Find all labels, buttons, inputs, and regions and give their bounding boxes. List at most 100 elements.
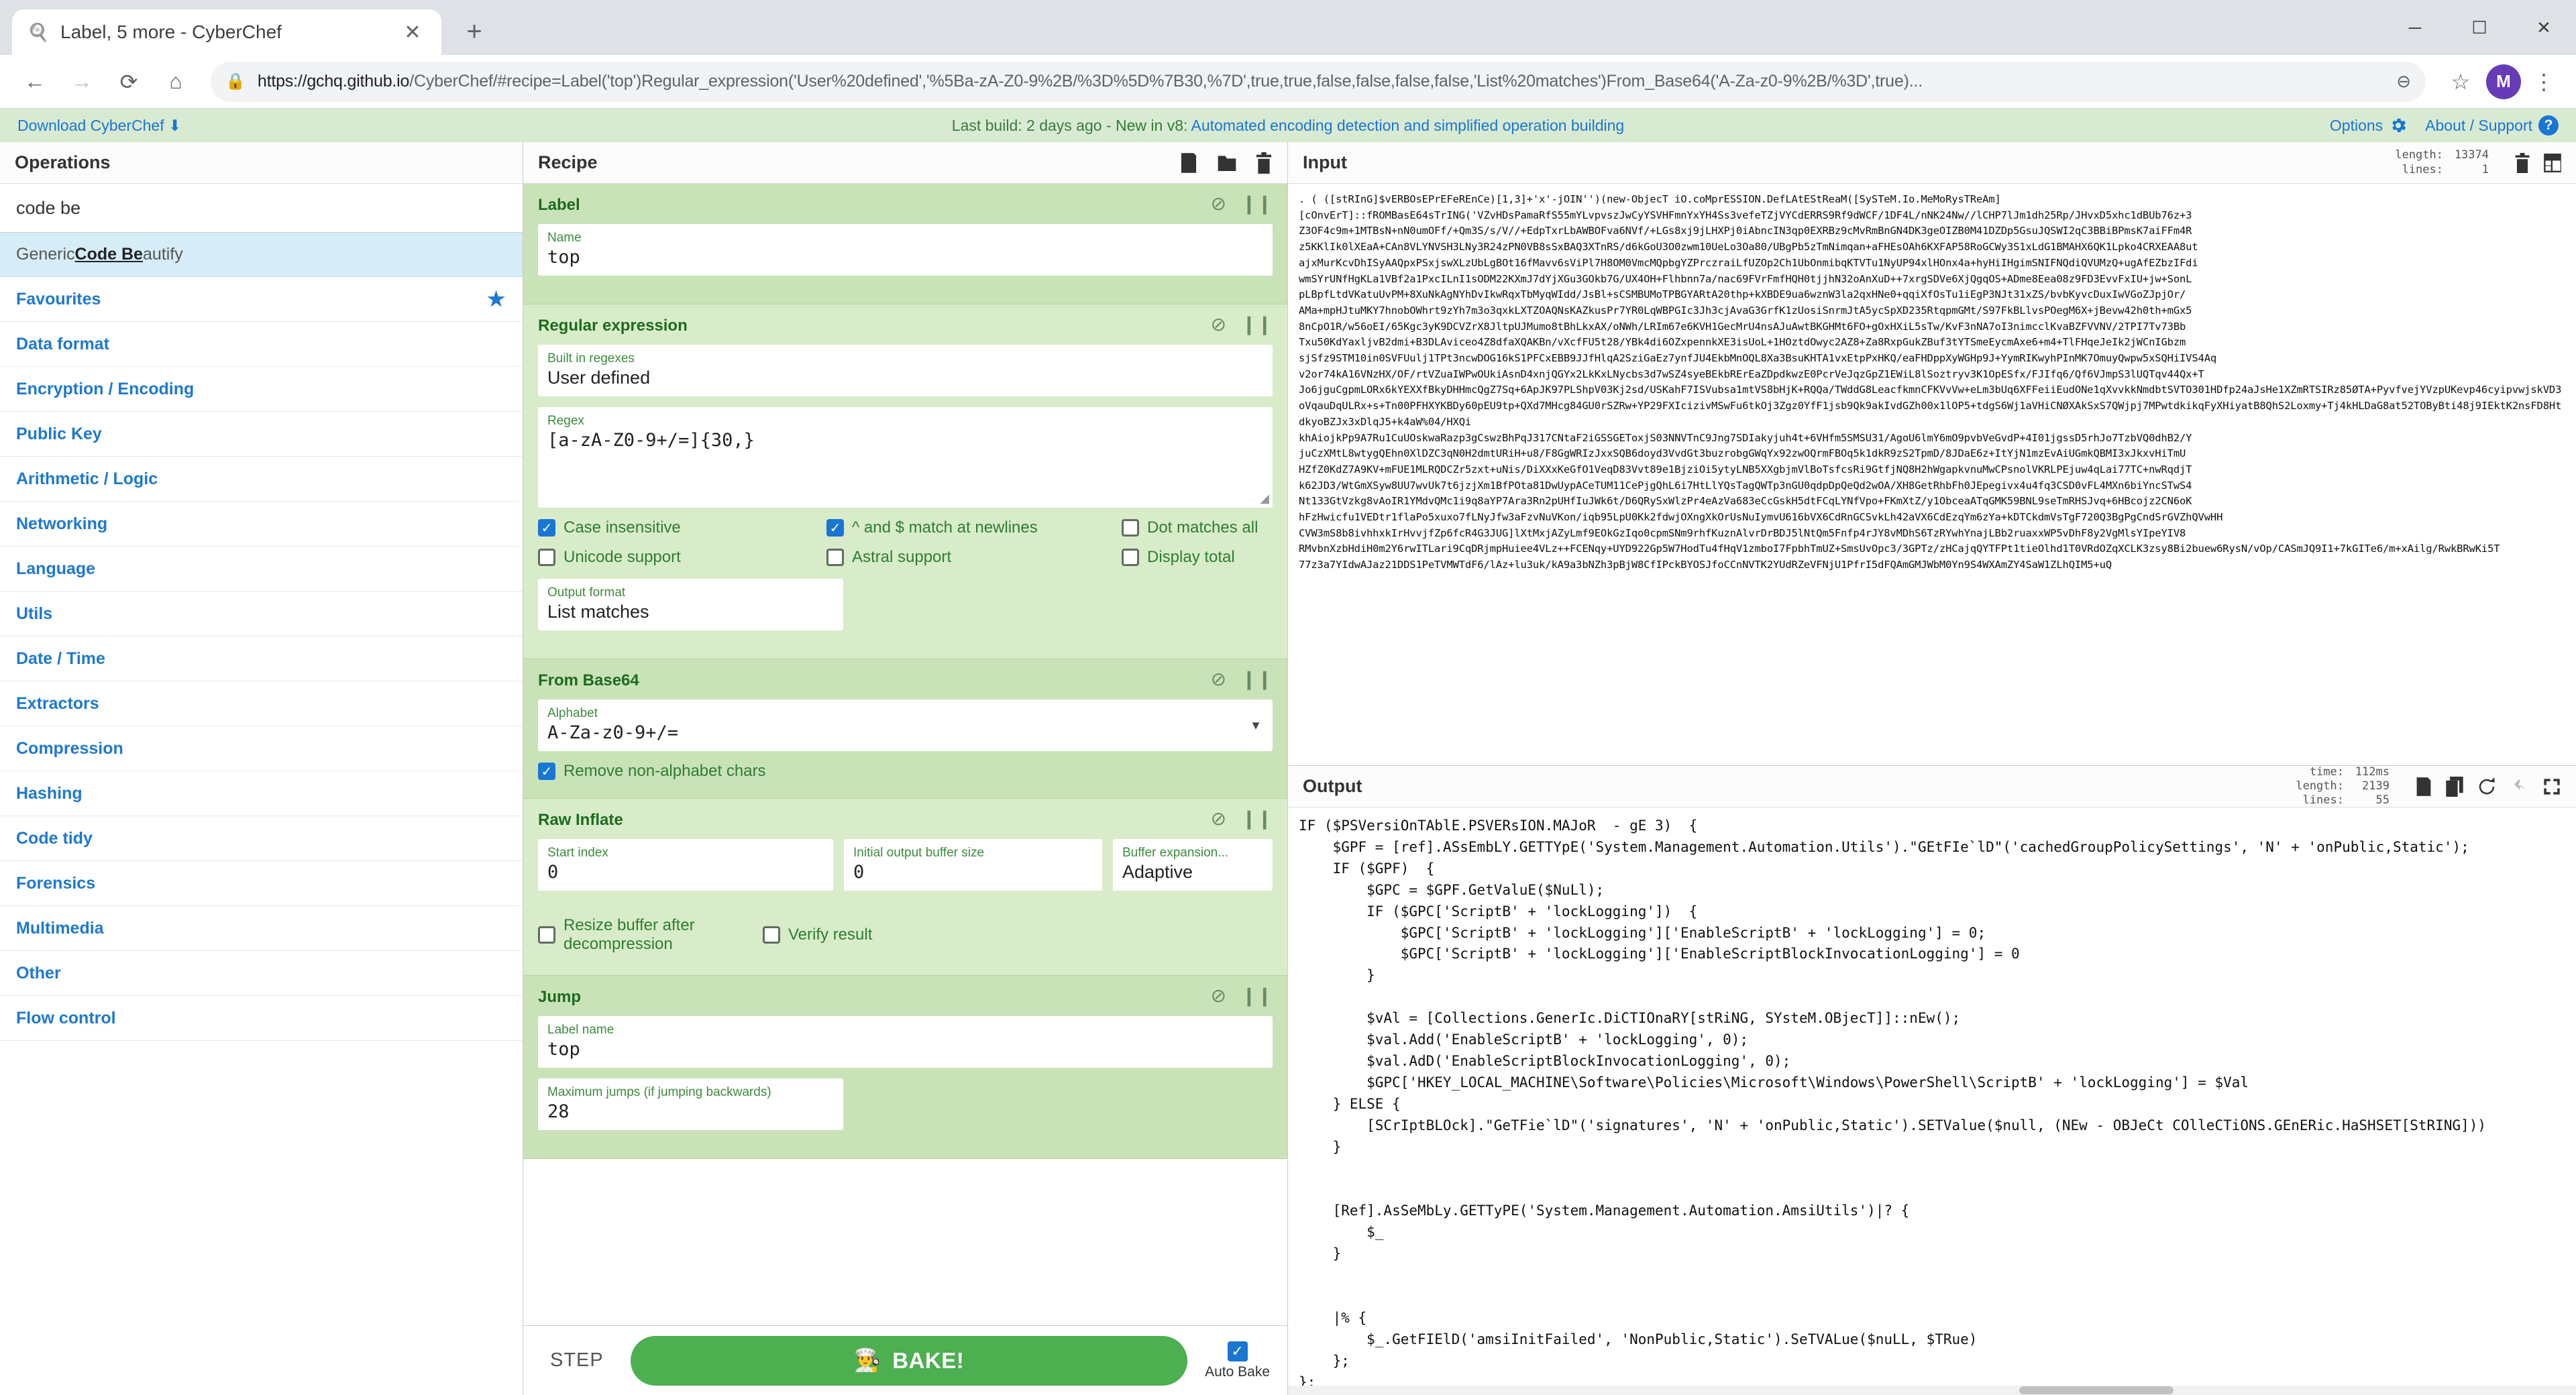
add-input-tab-icon[interactable] <box>2544 153 2561 172</box>
checkbox-multiline[interactable]: ✓ ^ and $ match at newlines <box>826 518 1122 537</box>
operation-search-result[interactable]: Generic Code Be autify <box>0 233 523 277</box>
output-format-field[interactable]: Output format List matches <box>538 579 843 630</box>
operation-category-utils[interactable]: Utils <box>0 592 523 636</box>
undo-icon[interactable] <box>2510 777 2529 796</box>
search-input[interactable] <box>0 184 523 232</box>
url-path: /CyberChef/#recipe=Label('top')Regular_e… <box>409 72 1923 91</box>
operation-category-networking[interactable]: Networking <box>0 502 523 547</box>
replace-input-icon[interactable] <box>2477 777 2497 797</box>
copy-output-icon[interactable] <box>2446 776 2463 797</box>
auto-bake-toggle[interactable]: ✓ Auto Bake <box>1205 1341 1270 1380</box>
close-window-icon[interactable]: ✕ <box>2512 0 2576 55</box>
resize-handle[interactable]: ◢ <box>1260 492 1269 506</box>
operation-category-multimedia[interactable]: Multimedia <box>0 906 523 951</box>
regex-field[interactable]: Regex [a-zA-Z0-9+/=]{30,} ◢ <box>538 407 1273 508</box>
browser-menu-icon[interactable]: ⋮ <box>2525 63 2563 101</box>
step-button[interactable]: STEP <box>541 1349 613 1372</box>
operation-category-public-key[interactable]: Public Key <box>0 412 523 457</box>
buffer-expansion-field[interactable]: Buffer expansion... Adaptive <box>1113 839 1273 891</box>
breakpoint-icon[interactable]: ❙❙ <box>1241 987 1273 1005</box>
checkbox-case-insensitive[interactable]: ✓ Case insensitive <box>538 518 826 537</box>
operation-category-favourites[interactable]: Favourites ★ <box>0 277 523 322</box>
disable-op-icon[interactable]: ⊘ <box>1211 810 1226 828</box>
breakpoint-icon[interactable]: ❙❙ <box>1241 810 1273 828</box>
disable-op-icon[interactable]: ⊘ <box>1211 315 1226 334</box>
download-cyberchef-link[interactable]: Download CyberChef ⬇ <box>17 117 181 135</box>
clear-input-trash-icon[interactable] <box>2514 152 2530 173</box>
field-value: [a-zA-Z0-9+/=]{30,} <box>547 430 755 451</box>
checkbox-astral-support[interactable]: Astral support <box>826 548 1122 567</box>
label-name-field[interactable]: Name top <box>538 224 1273 276</box>
forward-icon[interactable]: → <box>60 60 103 103</box>
minimize-window-icon[interactable]: ─ <box>2383 0 2447 55</box>
close-tab-icon[interactable]: ✕ <box>398 18 427 46</box>
disable-op-icon[interactable]: ⊘ <box>1211 670 1226 689</box>
save-icon[interactable] <box>1179 152 1199 174</box>
home-icon[interactable]: ⌂ <box>154 60 197 103</box>
builtin-regexes-field[interactable]: Built in regexes User defined <box>538 345 1273 396</box>
input-textarea[interactable]: . ( ([stRInG]$vERBOsEPrEFeREnCe)[1,3]+'x… <box>1288 184 2576 765</box>
jump-label-name-field[interactable]: Label name top <box>538 1016 1273 1068</box>
new-tab-button[interactable]: + <box>453 11 495 52</box>
alphabet-field[interactable]: Alphabet A-Za-z0-9+/= ▼ <box>538 700 1273 751</box>
operation-category-arithmetic-logic[interactable]: Arithmetic / Logic <box>0 457 523 502</box>
bake-button[interactable]: 👨‍🍳 BAKE! <box>630 1335 1188 1386</box>
checkbox-display-total[interactable]: Display total <box>1122 548 1235 567</box>
recipe-op-regular-expression[interactable]: Regular expression ⊘ ❙❙ Built in regexes… <box>523 304 1287 659</box>
breakpoint-icon[interactable]: ❙❙ <box>1241 194 1273 213</box>
trash-icon[interactable] <box>1255 152 1273 174</box>
save-output-icon[interactable] <box>2415 777 2432 797</box>
operation-category-hashing[interactable]: Hashing <box>0 771 523 816</box>
browser-tab[interactable]: 🍳 Label, 5 more - CyberChef ✕ <box>12 9 441 55</box>
folder-icon[interactable] <box>1216 152 1238 174</box>
zoom-out-icon[interactable]: ⊖ <box>2396 71 2411 92</box>
reload-icon[interactable]: ⟳ <box>107 60 150 103</box>
output-textarea[interactable]: IF ($PSVersiOnTAblE.PSVERsION.MAJoR - gE… <box>1288 807 2576 1386</box>
recipe-op-from-base64[interactable]: From Base64 ⊘ ❙❙ Alphabet A-Za-z0-9+/= ▼… <box>523 659 1287 799</box>
operation-category-code-tidy[interactable]: Code tidy <box>0 816 523 861</box>
about-support-button[interactable]: About / Support ? <box>2425 115 2559 135</box>
field-value: 28 <box>547 1101 570 1122</box>
operation-category-other[interactable]: Other <box>0 951 523 996</box>
disable-op-icon[interactable]: ⊘ <box>1211 194 1226 213</box>
maximize-window-icon[interactable]: ☐ <box>2447 0 2512 55</box>
operation-category-compression[interactable]: Compression <box>0 726 523 771</box>
profile-avatar[interactable]: M <box>2486 64 2521 99</box>
op-title: Label <box>538 196 580 214</box>
field-value: top <box>547 1039 580 1060</box>
maximum-jumps-field[interactable]: Maximum jumps (if jumping backwards) 28 <box>538 1078 843 1130</box>
checkbox-dot-matches-all[interactable]: Dot matches all <box>1122 518 1258 537</box>
chevron-down-icon[interactable]: ▼ <box>1250 718 1262 732</box>
breakpoint-icon[interactable]: ❙❙ <box>1241 670 1273 689</box>
checkbox-unicode-support[interactable]: Unicode support <box>538 548 826 567</box>
address-bar[interactable]: 🔒 https://gchq.github.io/CyberChef/#reci… <box>211 61 2426 102</box>
question-mark-icon: ? <box>2538 115 2559 135</box>
bookmark-star-icon[interactable]: ☆ <box>2439 60 2482 103</box>
operation-category-encryption-encoding[interactable]: Encryption / Encoding <box>0 367 523 412</box>
recipe-op-label[interactable]: Label ⊘ ❙❙ Name top <box>523 184 1287 304</box>
operation-category-date-time[interactable]: Date / Time <box>0 636 523 681</box>
breakpoint-icon[interactable]: ❙❙ <box>1241 315 1273 334</box>
checkbox-verify-result[interactable]: Verify result <box>763 916 872 954</box>
maximise-output-icon[interactable] <box>2542 777 2561 796</box>
checkbox-resize-buffer[interactable]: Resize buffer after decompression <box>538 916 763 954</box>
initial-output-buffer-size-field[interactable]: Initial output buffer size 0 <box>844 839 1102 891</box>
recipe-op-raw-inflate[interactable]: Raw Inflate ⊘ ❙❙ Start index 0 Initial o… <box>523 799 1287 976</box>
disable-op-icon[interactable]: ⊘ <box>1211 987 1226 1005</box>
start-index-field[interactable]: Start index 0 <box>538 839 833 891</box>
operation-category-flow-control[interactable]: Flow control <box>0 996 523 1041</box>
operation-category-data-format[interactable]: Data format <box>0 322 523 367</box>
checkbox-remove-non-alphabet-chars[interactable]: ✓ Remove non-alphabet chars <box>538 762 766 781</box>
recipe-op-jump[interactable]: Jump ⊘ ❙❙ Label name top Maximum jumps (… <box>523 976 1287 1159</box>
options-button[interactable]: Options <box>2330 116 2408 135</box>
operation-category-forensics[interactable]: Forensics <box>0 861 523 906</box>
checkbox-label: ^ and $ match at newlines <box>852 518 1038 537</box>
field-label: Regex <box>547 414 584 428</box>
build-notice-link[interactable]: Automated encoding detection and simplif… <box>1191 117 1625 134</box>
back-icon[interactable]: ← <box>13 60 56 103</box>
output-horizontal-scrollbar[interactable] <box>1288 1386 2576 1395</box>
field-label: Start index <box>547 846 608 860</box>
operation-category-language[interactable]: Language <box>0 547 523 592</box>
auto-bake-label: Auto Bake <box>1205 1363 1270 1380</box>
operation-category-extractors[interactable]: Extractors <box>0 681 523 726</box>
